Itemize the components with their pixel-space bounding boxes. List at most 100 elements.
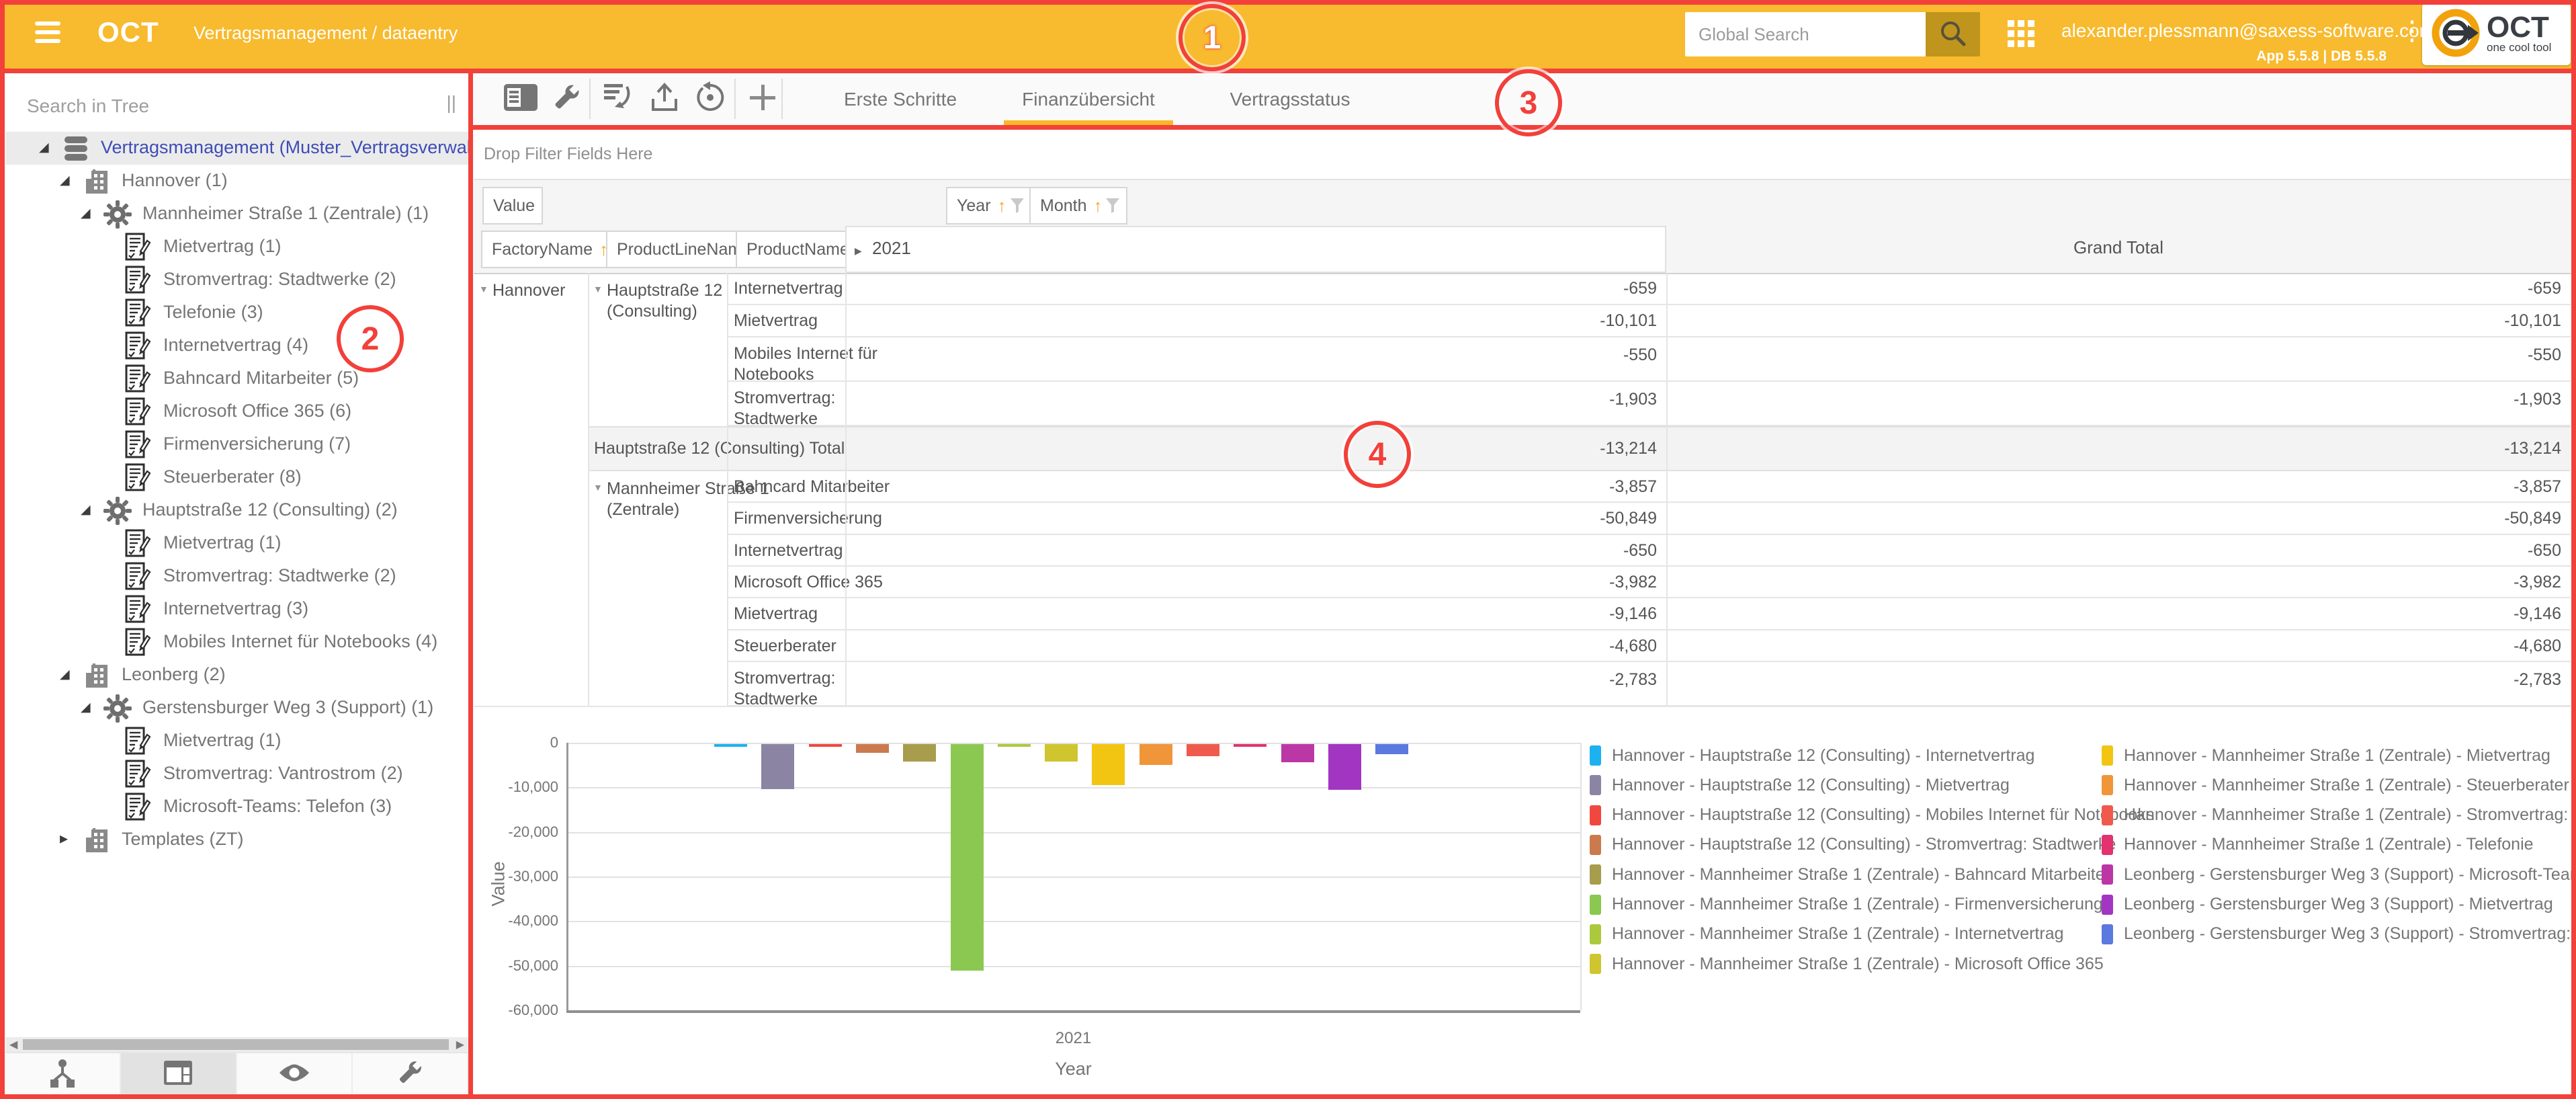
tree-item[interactable]: ◢Leonberg (2) xyxy=(5,659,468,692)
apps-grid-icon[interactable] xyxy=(2008,20,2036,52)
month-field-chip[interactable]: Month ↑ xyxy=(1029,187,1127,225)
tab-vertragsstatus[interactable]: Vertragsstatus xyxy=(1183,73,1398,125)
product-line-cell: (Consulting) xyxy=(607,302,697,321)
scrollbar-thumb[interactable] xyxy=(23,1039,449,1050)
tree-item[interactable]: Firmenversicherung (7) xyxy=(5,428,468,461)
legend-swatch xyxy=(2102,805,2113,825)
expand-icon[interactable]: ◢ xyxy=(81,206,91,221)
tree-item[interactable]: Mietvertrag (1) xyxy=(5,231,468,263)
legend-item: Hannover - Hauptstraße 12 (Consulting) -… xyxy=(1590,745,2034,766)
row-divider xyxy=(727,501,2571,503)
tree-item[interactable]: Bahncard Mitarbeiter (5) xyxy=(5,362,468,395)
chevron-right-icon[interactable]: ▸ xyxy=(60,829,68,848)
user-email[interactable]: alexander.plessmann@saxess-software.com xyxy=(2061,20,2435,42)
global-search-button[interactable] xyxy=(1926,12,1980,56)
tree-item[interactable]: ▸ Templates (ZT) xyxy=(5,823,468,856)
breadcrumb[interactable]: Vertragsmanagement / dataentry xyxy=(194,23,458,44)
filter-icon[interactable] xyxy=(1106,198,1119,213)
tab-finanzuebersicht[interactable]: Finanzübersicht xyxy=(981,73,1196,125)
hamburger-menu-icon[interactable] xyxy=(35,22,60,43)
row-divider xyxy=(727,661,2571,662)
value-field-chip[interactable]: Value xyxy=(482,187,543,225)
settings-wrench-button[interactable] xyxy=(546,79,587,119)
global-search-input[interactable] xyxy=(1685,12,1926,56)
row-divider xyxy=(727,336,2571,337)
wrench-view-button[interactable] xyxy=(353,1053,468,1094)
column-divider xyxy=(1666,273,1668,706)
gear-icon xyxy=(103,200,132,229)
tree-item-label: Internetvertrag (3) xyxy=(163,598,308,619)
expand-icon[interactable]: ◢ xyxy=(81,502,91,518)
value-2021-cell: -3,982 xyxy=(845,573,1657,592)
expand-icon[interactable]: ◢ xyxy=(39,140,49,155)
tree-item[interactable]: Stromvertrag: Stadtwerke (2) xyxy=(5,263,468,296)
tree-search-row: || xyxy=(5,73,468,139)
horizontal-scrollbar[interactable]: ◀ ▶ xyxy=(5,1037,468,1052)
grand-total-cell: -650 xyxy=(1666,541,2561,561)
year-2021-column-header[interactable]: ▶ 2021 xyxy=(845,226,1666,273)
contract-icon xyxy=(124,530,153,558)
tree-item[interactable]: ◢Gerstensburger Weg 3 (Support) (1) xyxy=(5,692,468,725)
tree-search-input[interactable] xyxy=(26,85,418,127)
apply-layout-button[interactable] xyxy=(599,79,639,119)
tree-item[interactable]: Mietvertrag (1) xyxy=(5,725,468,758)
collapse-factory-icon[interactable]: ▼ xyxy=(479,284,488,294)
tree-item-label: Microsoft Office 365 (6) xyxy=(163,401,351,421)
legend-item: Hannover - Mannheimer Straße 1 (Zentrale… xyxy=(1590,954,2104,974)
scroll-right-icon[interactable]: ▶ xyxy=(456,1038,464,1051)
panel-resize-handle[interactable]: || xyxy=(446,92,456,114)
export-button[interactable] xyxy=(644,79,685,119)
bar-series-7 xyxy=(1045,744,1078,762)
product-name-cell: Mietvertrag xyxy=(734,311,818,331)
scroll-left-icon[interactable]: ◀ xyxy=(9,1038,17,1051)
grand-total-cell: -3,857 xyxy=(1666,477,2561,497)
contract-icon xyxy=(124,727,153,756)
field-list-button[interactable] xyxy=(501,79,541,119)
tree-item-label: Mobiles Internet für Notebooks (4) xyxy=(163,631,437,652)
history-button[interactable] xyxy=(690,79,730,119)
table-icon xyxy=(163,1059,194,1090)
filter-icon[interactable] xyxy=(1011,198,1024,213)
expand-icon[interactable]: ◢ xyxy=(60,173,70,188)
wrench-icon xyxy=(395,1058,425,1091)
x-axis-title: Year xyxy=(1033,1059,1114,1080)
tree-item[interactable]: Microsoft Office 365 (6) xyxy=(5,395,468,428)
tree-item[interactable]: ◢Mannheimer Straße 1 (Zentrale) (1) xyxy=(5,198,468,231)
x-tick-label: 2021 xyxy=(1033,1029,1114,1048)
tree-item[interactable]: ◢Hannover (1) xyxy=(5,165,468,198)
bar-series-0 xyxy=(714,744,747,747)
expand-year-icon[interactable]: ▶ xyxy=(855,245,862,256)
sort-asc-icon[interactable]: ↑ xyxy=(1093,196,1102,216)
tree-item[interactable]: Stromvertrag: Vantrostrom (2) xyxy=(5,758,468,790)
tree-item[interactable]: Microsoft-Teams: Telefon (3) xyxy=(5,790,468,823)
tree-item[interactable]: ◢Vertragsmanagement (Muster_Vertragsverw… xyxy=(5,132,468,165)
tree-item[interactable]: Steuerberater (8) xyxy=(5,461,468,494)
bar-series-14 xyxy=(1375,744,1408,754)
contract-icon xyxy=(124,760,153,788)
hierarchy-view-button[interactable] xyxy=(5,1053,121,1094)
oct-logo-text: OCT xyxy=(2487,11,2549,44)
drop-filter-bar[interactable]: Drop Filter Fields Here xyxy=(474,130,2576,180)
expand-icon[interactable]: ◢ xyxy=(81,700,91,715)
sort-asc-icon[interactable]: ↑ xyxy=(998,196,1006,216)
row-divider xyxy=(727,304,2571,305)
annotation-circle-4: 4 xyxy=(1344,421,1411,488)
tab-erste-schritte[interactable]: Erste Schritte xyxy=(793,73,1008,125)
legend-item: Leonberg - Gerstensburger Weg 3 (Support… xyxy=(2102,924,2576,944)
year-field-chip[interactable]: Year ↑ xyxy=(946,187,1032,225)
add-button[interactable] xyxy=(742,79,783,119)
tree-item[interactable]: Stromvertrag: Stadtwerke (2) xyxy=(5,560,468,593)
eye-view-button[interactable] xyxy=(237,1053,353,1094)
kebab-menu-icon[interactable]: ⋮ xyxy=(2399,19,2425,43)
collapse-group-icon[interactable]: ▼ xyxy=(593,482,603,493)
tree-item[interactable]: ◢Hauptstraße 12 (Consulting) (2) xyxy=(5,494,468,527)
tree-item[interactable]: Mobiles Internet für Notebooks (4) xyxy=(5,626,468,659)
tree-item[interactable]: Mietvertrag (1) xyxy=(5,527,468,560)
table-view-button[interactable] xyxy=(121,1053,237,1094)
tree-item-label: Templates (ZT) xyxy=(122,829,244,850)
tree-item[interactable]: Internetvertrag (3) xyxy=(5,593,468,626)
legend-swatch xyxy=(1590,954,1601,974)
tree-item-label: Bahncard Mitarbeiter (5) xyxy=(163,368,359,389)
collapse-group-icon[interactable]: ▼ xyxy=(593,284,603,294)
expand-icon[interactable]: ◢ xyxy=(60,667,70,682)
